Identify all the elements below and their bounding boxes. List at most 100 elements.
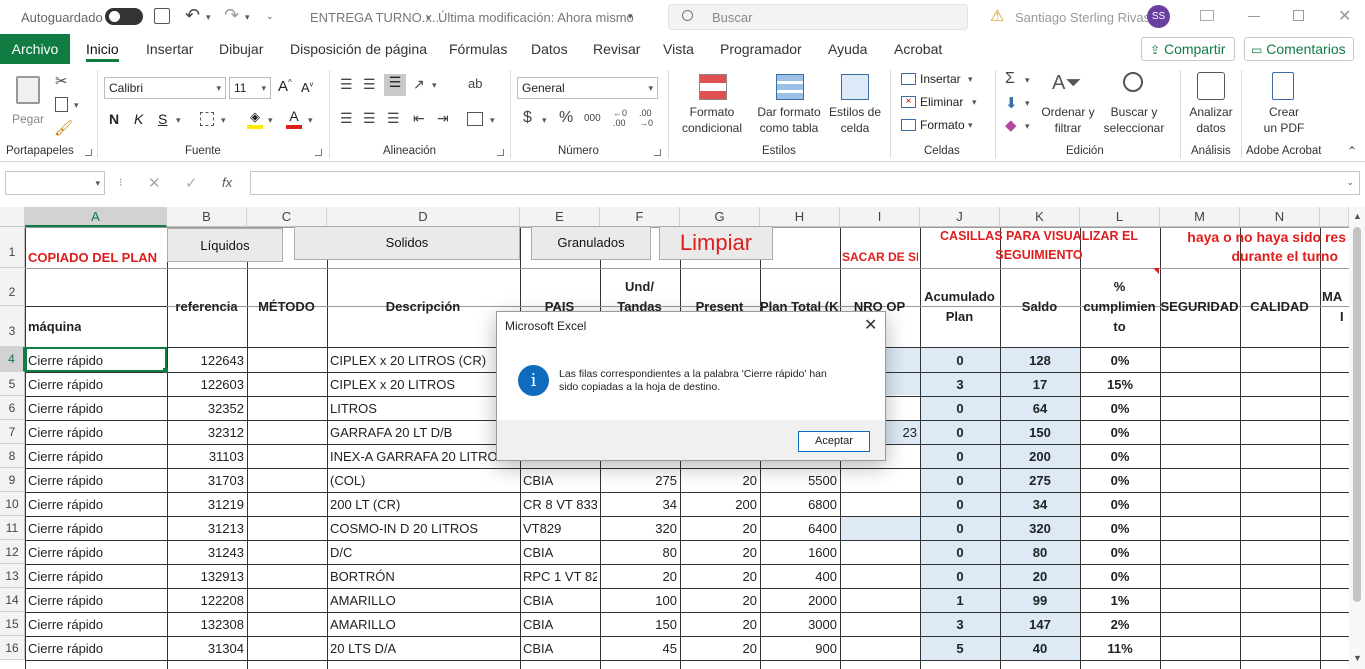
table-cell[interactable]: 132308	[170, 612, 244, 636]
column-header[interactable]: B	[167, 207, 247, 227]
cut-icon[interactable]: ✂	[55, 72, 68, 90]
close-window-icon[interactable]: ✕	[1338, 6, 1351, 26]
table-cell[interactable]: Cierre rápido	[28, 396, 164, 420]
table-cell[interactable]: 0%	[1083, 516, 1157, 540]
table-cell[interactable]: 20	[683, 564, 757, 588]
clear-dropdown-icon[interactable]: ▾	[1025, 121, 1030, 132]
expand-formula-icon[interactable]: ⌄	[1346, 177, 1354, 188]
table-cell[interactable]: 200 LT (CR)	[330, 492, 517, 516]
table-cell[interactable]: 20	[603, 564, 677, 588]
decrease-indent-icon[interactable]: ⇤	[413, 110, 425, 127]
customize-qat-icon[interactable]: ⌄	[266, 11, 274, 22]
liquidos-button[interactable]: Líquidos	[167, 228, 283, 262]
tab-datos[interactable]: Datos	[531, 41, 568, 57]
analyze-data-button[interactable]: Analizar datos	[1183, 72, 1239, 142]
table-cell[interactable]: 1	[923, 588, 997, 612]
table-cell[interactable]: 0%	[1083, 396, 1157, 420]
collapse-ribbon-icon[interactable]: ⌃	[1347, 144, 1357, 158]
fill-down-icon[interactable]: ⬇	[1005, 94, 1018, 112]
italic-button[interactable]: K	[134, 111, 143, 127]
table-cell[interactable]: CR 8 VT 833	[523, 492, 597, 516]
selected-cell[interactable]	[25, 347, 167, 372]
solidos-button[interactable]: Solidos	[294, 226, 520, 260]
format-cells-icon[interactable]	[901, 119, 916, 131]
table-cell[interactable]: 0	[923, 420, 997, 444]
insert-dropdown-icon[interactable]: ▾	[968, 74, 973, 85]
table-cell[interactable]: 900	[763, 636, 837, 660]
tab-inicio[interactable]: Inicio	[86, 41, 119, 57]
table-cell[interactable]: 40	[1003, 636, 1077, 660]
table-cell[interactable]: 2000	[763, 588, 837, 612]
table-cell[interactable]: 0%	[1083, 347, 1157, 372]
create-pdf-button[interactable]: Crear un PDF	[1255, 72, 1313, 142]
tab-vista[interactable]: Vista	[663, 41, 694, 57]
table-cell[interactable]: 6800	[763, 492, 837, 516]
table-cell[interactable]: 128	[1003, 347, 1077, 372]
table-cell[interactable]: Cierre rápido	[28, 612, 164, 636]
table-cell[interactable]	[843, 612, 917, 636]
table-cell[interactable]: 0%	[1083, 420, 1157, 444]
thousands-icon[interactable]: 000	[584, 113, 601, 124]
fill-color-icon[interactable]: ◈	[247, 109, 263, 129]
table-cell[interactable]: 20 LTS D/A	[330, 636, 517, 660]
table-cell[interactable]: 2%	[1083, 612, 1157, 636]
table-cell[interactable]: 150	[603, 612, 677, 636]
table-cell[interactable]: 31703	[170, 468, 244, 492]
row-header[interactable]: 14	[0, 588, 25, 612]
table-cell[interactable]: Cierre rápido	[28, 468, 164, 492]
column-header[interactable]: K	[1000, 207, 1080, 227]
table-cell[interactable]	[843, 516, 917, 540]
fill-dropdown-icon[interactable]: ▾	[1025, 98, 1030, 109]
avatar[interactable]: SS	[1147, 5, 1170, 28]
merge-dropdown-icon[interactable]: ▾	[490, 115, 495, 126]
restore-icon[interactable]	[1293, 10, 1304, 21]
table-cell[interactable]: COSMO-IN D 20 LITROS	[330, 516, 517, 540]
align-left-icon[interactable]: ☰	[340, 110, 353, 127]
table-cell[interactable]: AMARILLO	[330, 612, 517, 636]
row-header[interactable]: 9	[0, 468, 25, 492]
table-cell[interactable]: 20	[683, 516, 757, 540]
table-cell[interactable]: 20	[683, 588, 757, 612]
table-cell[interactable]: 132913	[170, 564, 244, 588]
ribbon-display-icon[interactable]	[1200, 10, 1214, 21]
table-cell[interactable]: 34	[603, 492, 677, 516]
table-cell[interactable]: 0	[923, 540, 997, 564]
table-cell[interactable]: 122643	[170, 347, 244, 372]
dialog-close-icon[interactable]: ✕	[864, 315, 877, 335]
font-name-select[interactable]: Calibri ▾	[104, 77, 226, 99]
align-middle-icon[interactable]: ☰	[363, 76, 376, 93]
confirm-entry-icon[interactable]: ✓	[185, 174, 198, 192]
table-cell[interactable]: 15%	[1083, 372, 1157, 396]
table-cell[interactable]	[843, 564, 917, 588]
table-cell[interactable]: BORTRÓN	[330, 564, 517, 588]
scroll-down-icon[interactable]: ▼	[1353, 653, 1362, 663]
row-header[interactable]: 6	[0, 396, 25, 420]
table-cell[interactable]: Cierre rápido	[28, 372, 164, 396]
minimize-icon[interactable]	[1248, 16, 1260, 17]
row-header[interactable]: 10	[0, 492, 25, 516]
increase-decimal-icon[interactable]: ←0.00	[613, 108, 627, 128]
table-cell[interactable]: 31219	[170, 492, 244, 516]
row-header[interactable]: 12	[0, 540, 25, 564]
borders-dropdown-icon[interactable]: ▾	[221, 115, 226, 126]
table-cell[interactable]: CBIA	[523, 588, 597, 612]
percent-icon[interactable]: %	[559, 109, 573, 127]
row-header[interactable]: 1	[0, 227, 25, 268]
font-color-icon[interactable]: A	[286, 108, 302, 129]
row-header[interactable]: 7	[0, 420, 25, 444]
align-right-icon[interactable]: ☰	[387, 110, 400, 127]
limpiar-button[interactable]: Limpiar	[659, 226, 773, 260]
bold-button[interactable]: N	[109, 111, 119, 127]
table-cell[interactable]: 20	[683, 540, 757, 564]
tab-formulas[interactable]: Fórmulas	[449, 41, 507, 57]
row-header[interactable]: 2	[0, 268, 25, 306]
table-cell[interactable]: 31243	[170, 540, 244, 564]
column-header[interactable]: M	[1160, 207, 1240, 227]
table-cell[interactable]: 0	[923, 347, 997, 372]
autosum-dropdown-icon[interactable]: ▾	[1025, 75, 1030, 86]
undo-icon[interactable]: ↶	[185, 5, 200, 26]
fill-dropdown-icon[interactable]: ▾	[268, 115, 273, 126]
conditional-format-button[interactable]: Formato condicional	[674, 72, 750, 142]
find-select-button[interactable]: Buscar y seleccionar	[1097, 72, 1171, 142]
granulados-button[interactable]: Granulados	[531, 226, 651, 260]
